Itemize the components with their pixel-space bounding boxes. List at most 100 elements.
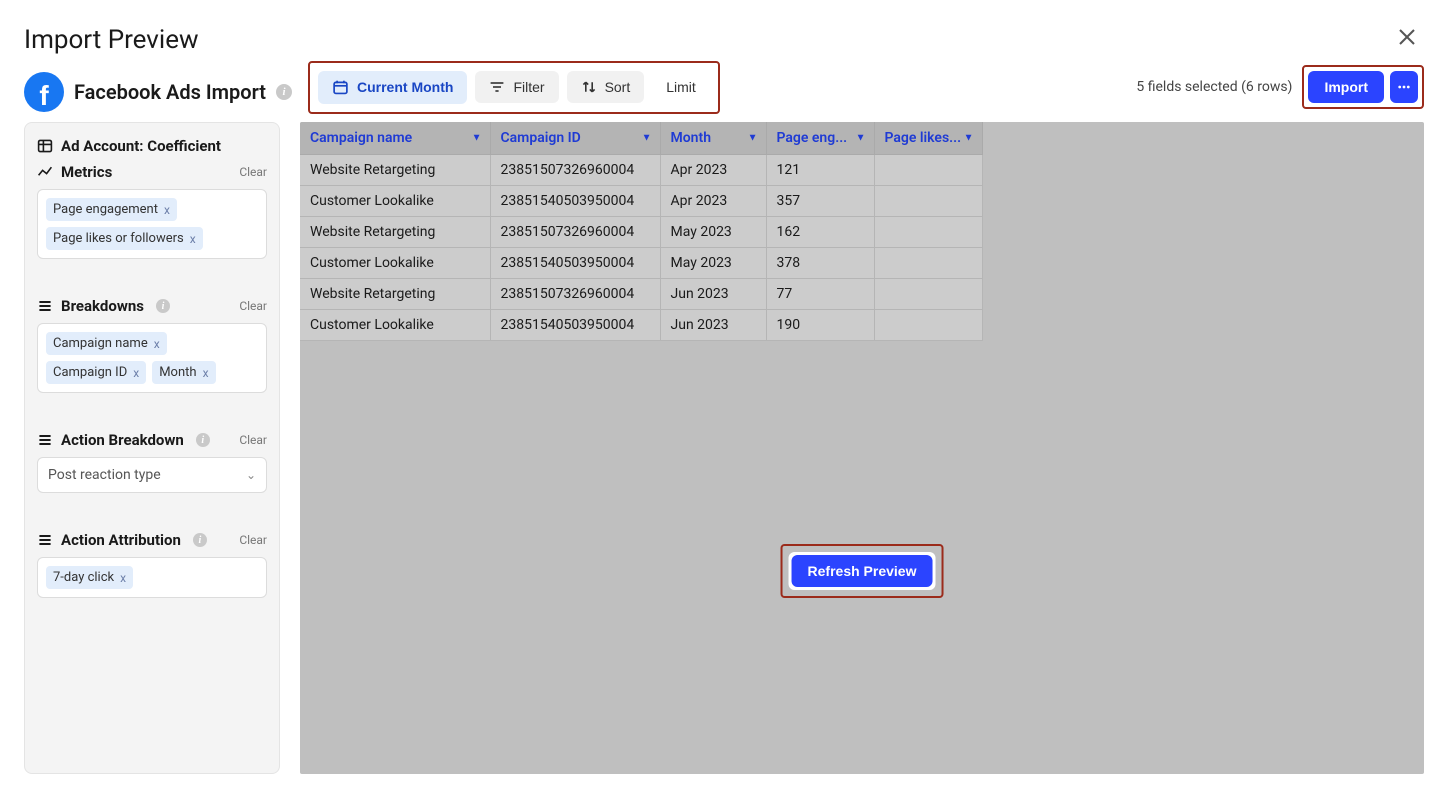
chip-label: Page engagement (53, 202, 158, 217)
table-cell: 23851507326960004 (490, 217, 660, 248)
chip-remove-icon[interactable]: x (154, 337, 160, 351)
breakdowns-chipbox[interactable]: Campaign namexCampaign IDxMonthx (37, 323, 267, 393)
table-row[interactable]: Customer Lookalike23851540503950004May 2… (300, 248, 982, 279)
facebook-logo: f (24, 72, 64, 112)
table-cell: Customer Lookalike (300, 186, 490, 217)
metrics-chipbox[interactable]: Page engagement x Page likes or followers x (37, 189, 267, 259)
table-cell: 378 (766, 248, 874, 279)
breakdowns-label: Breakdowns (61, 297, 144, 315)
action-attribution-clear[interactable]: Clear (239, 533, 267, 547)
selection-status: 5 fields selected (6 rows) (1136, 79, 1292, 95)
chip-remove-icon[interactable]: x (190, 232, 196, 246)
import-more-button[interactable] (1390, 71, 1418, 103)
filter-chip[interactable]: Campaign ID x (46, 361, 146, 384)
metrics-clear[interactable]: Clear (239, 165, 267, 179)
column-header[interactable]: Page likes...▼ (874, 122, 982, 155)
table-cell: May 2023 (660, 217, 766, 248)
table-cell: Website Retargeting (300, 279, 490, 310)
column-menu-icon[interactable]: ▼ (472, 133, 482, 144)
filter-chip[interactable]: Page likes or followers x (46, 227, 203, 250)
refresh-highlight: Refresh Preview (781, 544, 944, 598)
table-row[interactable]: Website Retargeting23851507326960004Jun … (300, 279, 982, 310)
ad-account-label: Ad Account: Coefficient (37, 137, 267, 155)
table-cell: Jun 2023 (660, 310, 766, 341)
action-attribution-chipbox[interactable]: 7-day click x (37, 557, 267, 598)
column-header[interactable]: Month▼ (660, 122, 766, 155)
column-header[interactable]: Campaign name▼ (300, 122, 490, 155)
table-cell: 23851540503950004 (490, 186, 660, 217)
action-breakdown-label: Action Breakdown (61, 431, 184, 449)
import-button-group: Import (1302, 65, 1424, 109)
table-cell: Customer Lookalike (300, 310, 490, 341)
table-cell (874, 186, 982, 217)
action-breakdown-icon (37, 432, 53, 448)
table-cell: 23851507326960004 (490, 155, 660, 186)
table-icon (37, 138, 53, 154)
table-cell: Website Retargeting (300, 217, 490, 248)
chip-label: 7-day click (53, 570, 114, 585)
filter-button[interactable]: Filter (475, 71, 558, 103)
import-button[interactable]: Import (1308, 71, 1384, 103)
limit-button[interactable]: Limit (652, 71, 710, 103)
info-icon[interactable]: i (193, 533, 207, 547)
column-menu-icon[interactable]: ▼ (856, 133, 866, 144)
filter-chip[interactable]: Campaign name x (46, 332, 167, 355)
chip-remove-icon[interactable]: x (133, 366, 139, 380)
table-cell: Customer Lookalike (300, 248, 490, 279)
ellipsis-icon (1398, 85, 1410, 89)
chip-remove-icon[interactable]: x (120, 571, 126, 585)
chip-label: Campaign name (53, 336, 148, 351)
table-cell (874, 155, 982, 186)
breakdowns-clear[interactable]: Clear (239, 299, 267, 313)
sort-icon (581, 79, 597, 95)
date-range-button[interactable]: Current Month (318, 71, 467, 104)
table-cell: 190 (766, 310, 874, 341)
refresh-preview-button[interactable]: Refresh Preview (792, 555, 933, 587)
table-cell: Apr 2023 (660, 155, 766, 186)
table-cell: Jun 2023 (660, 279, 766, 310)
metrics-icon (37, 164, 53, 180)
table-cell: Website Retargeting (300, 155, 490, 186)
column-header[interactable]: Page eng...▼ (766, 122, 874, 155)
table-cell: 23851540503950004 (490, 310, 660, 341)
info-icon[interactable]: i (196, 433, 210, 447)
column-menu-icon[interactable]: ▼ (748, 133, 758, 144)
table-cell: 23851507326960004 (490, 279, 660, 310)
table-cell (874, 248, 982, 279)
breakdowns-icon (37, 298, 53, 314)
chip-label: Page likes or followers (53, 231, 184, 246)
page-title: Import Preview (24, 25, 199, 55)
table-cell: Apr 2023 (660, 186, 766, 217)
info-icon[interactable]: i (276, 84, 292, 100)
table-cell: 77 (766, 279, 874, 310)
close-button[interactable] (1394, 23, 1420, 56)
action-breakdown-clear[interactable]: Clear (239, 433, 267, 447)
chip-remove-icon[interactable]: x (164, 203, 170, 217)
preview-table: Campaign name▼Campaign ID▼Month▼Page eng… (300, 122, 983, 341)
chevron-down-icon: ⌄ (246, 468, 256, 482)
table-row[interactable]: Customer Lookalike23851540503950004Jun 2… (300, 310, 982, 341)
table-row[interactable]: Customer Lookalike23851540503950004Apr 2… (300, 186, 982, 217)
filter-chip[interactable]: Monthx (152, 361, 215, 384)
filter-chip[interactable]: 7-day click x (46, 566, 133, 589)
table-cell: 357 (766, 186, 874, 217)
sort-button[interactable]: Sort (567, 71, 645, 103)
table-row[interactable]: Website Retargeting23851507326960004May … (300, 217, 982, 248)
table-cell: 23851540503950004 (490, 248, 660, 279)
import-source-title: Facebook Ads Import (74, 80, 266, 104)
action-attribution-icon (37, 532, 53, 548)
action-breakdown-select[interactable]: Post reaction type ⌄ (37, 457, 267, 493)
column-menu-icon[interactable]: ▼ (642, 133, 652, 144)
info-icon[interactable]: i (156, 299, 170, 313)
chip-label: Campaign ID (53, 365, 127, 380)
metrics-label: Metrics (61, 163, 112, 181)
table-row[interactable]: Website Retargeting23851507326960004Apr … (300, 155, 982, 186)
table-cell: 121 (766, 155, 874, 186)
config-sidebar: Ad Account: Coefficient Metrics Clear Pa… (24, 122, 280, 774)
calendar-icon (332, 79, 349, 96)
preview-table-area: Campaign name▼Campaign ID▼Month▼Page eng… (300, 122, 1424, 774)
column-header[interactable]: Campaign ID▼ (490, 122, 660, 155)
filter-chip[interactable]: Page engagement x (46, 198, 177, 221)
column-menu-icon[interactable]: ▼ (964, 133, 974, 144)
chip-remove-icon[interactable]: x (203, 366, 209, 380)
